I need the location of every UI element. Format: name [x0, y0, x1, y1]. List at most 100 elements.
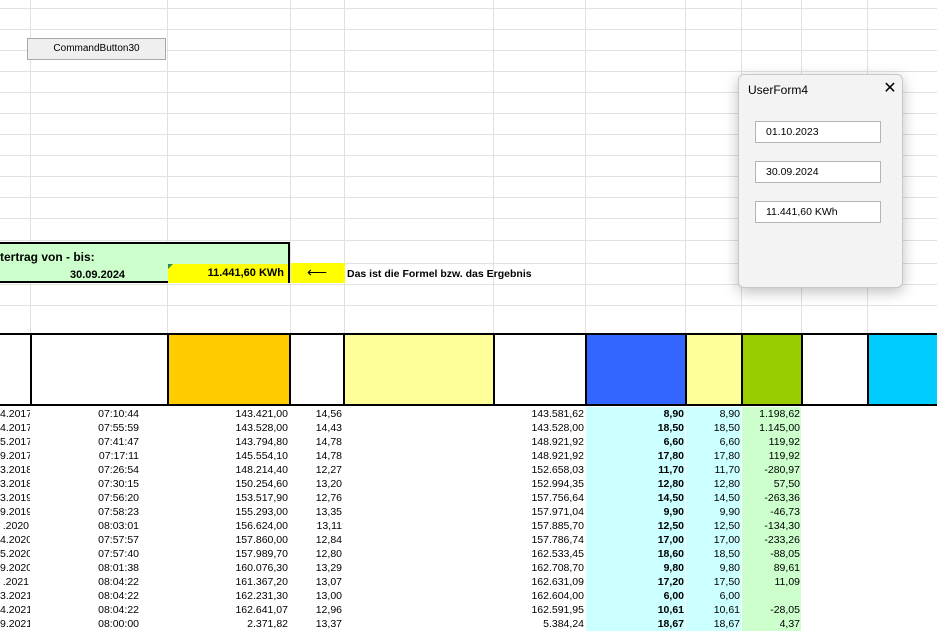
cyan-cell[interactable]: 18,67 — [686, 617, 741, 631]
time-cell[interactable]: 07:58:23 — [31, 505, 139, 519]
calc-cell[interactable]: 152.994,35 — [494, 477, 584, 491]
bold-cell[interactable]: 6,00 — [586, 589, 685, 603]
time-cell[interactable]: 07:55:59 — [31, 421, 139, 435]
time-cell[interactable]: 07:57:57 — [31, 533, 139, 547]
date-cell[interactable]: 3.2019 — [0, 491, 30, 505]
bold-cell[interactable]: 18,50 — [586, 421, 685, 435]
cyan-cell[interactable]: 8,90 — [686, 407, 741, 421]
bold-cell[interactable]: 14,50 — [586, 491, 685, 505]
meter-cell[interactable]: 160.076,30 — [168, 561, 288, 575]
header-cell[interactable] — [801, 333, 869, 406]
date-cell[interactable]: 5.2017 — [0, 435, 30, 449]
close-icon[interactable]: ✕ — [880, 79, 900, 99]
time-cell[interactable]: 08:03:01 — [31, 519, 139, 533]
diff-cell[interactable]: -233,26 — [742, 533, 801, 547]
date-cell[interactable]: 3.2018 — [0, 463, 30, 477]
cyan-cell[interactable]: 14,50 — [686, 491, 741, 505]
cyan-cell[interactable]: 10,61 — [686, 603, 741, 617]
meter-cell[interactable]: 143.421,00 — [168, 407, 288, 421]
cyan-cell[interactable]: 18,50 — [686, 421, 741, 435]
calc-cell[interactable]: 162.604,00 — [494, 589, 584, 603]
calc-cell[interactable]: 143.581,62 — [494, 407, 584, 421]
value-cell[interactable]: 13,11 — [291, 519, 343, 533]
cyan-cell[interactable]: 17,50 — [686, 575, 741, 589]
diff-cell[interactable]: -28,05 — [742, 603, 801, 617]
bold-cell[interactable]: 18,67 — [586, 617, 685, 631]
value-cell[interactable]: 14,78 — [291, 449, 342, 463]
cyan-cell[interactable]: 9,80 — [686, 561, 741, 575]
cyan-cell[interactable]: 6,60 — [686, 435, 741, 449]
calc-cell[interactable]: 162.708,70 — [494, 561, 584, 575]
diff-cell[interactable] — [742, 589, 801, 603]
date-cell[interactable]: 9.2019 — [0, 505, 30, 519]
meter-cell[interactable]: 143.794,80 — [168, 435, 288, 449]
cyan-cell[interactable]: 17,00 — [686, 533, 741, 547]
calc-cell[interactable]: 157.885,70 — [494, 519, 584, 533]
time-cell[interactable]: 08:04:22 — [31, 603, 139, 617]
date-cell[interactable]: .2020 — [0, 519, 30, 533]
calc-cell[interactable]: 5.384,24 — [494, 617, 584, 631]
calc-cell[interactable]: 162.591,95 — [494, 603, 584, 617]
date-cell[interactable]: 4.2017 — [0, 421, 30, 435]
diff-cell[interactable]: 119,92 — [742, 449, 801, 463]
diff-cell[interactable]: -263,36 — [742, 491, 801, 505]
meter-cell[interactable]: 2.371,82 — [168, 617, 288, 631]
calc-cell[interactable]: 143.528,00 — [494, 421, 584, 435]
bold-cell[interactable]: 18,60 — [586, 547, 685, 561]
bold-cell[interactable]: 11,70 — [586, 463, 685, 477]
time-cell[interactable]: 07:56:20 — [31, 491, 139, 505]
bold-cell[interactable]: 9,90 — [586, 505, 685, 519]
diff-cell[interactable]: 11,09 — [742, 575, 801, 589]
time-cell[interactable]: 07:26:54 — [31, 463, 139, 477]
value-cell[interactable]: 12,84 — [291, 533, 342, 547]
diff-cell[interactable]: 1.145,00 — [742, 421, 801, 435]
calc-cell[interactable]: 157.756,64 — [494, 491, 584, 505]
value-cell[interactable]: 12,27 — [291, 463, 342, 477]
bold-cell[interactable]: 17,80 — [586, 449, 685, 463]
header-cell-blue[interactable] — [585, 333, 687, 406]
diff-cell[interactable]: 119,92 — [742, 435, 801, 449]
date-cell[interactable]: 4.2021 — [0, 603, 30, 617]
meter-cell[interactable]: 155.293,00 — [168, 505, 288, 519]
result-field[interactable]: 11.441,60 KWh — [755, 201, 881, 223]
meter-cell[interactable]: 157.989,70 — [168, 547, 288, 561]
cyan-cell[interactable]: 18,50 — [686, 547, 741, 561]
value-cell[interactable]: 14,56 — [291, 407, 342, 421]
meter-cell[interactable]: 156.624,00 — [168, 519, 288, 533]
diff-cell[interactable]: -134,30 — [742, 519, 801, 533]
value-cell[interactable]: 14,78 — [291, 435, 342, 449]
value-cell[interactable]: 13,35 — [291, 505, 342, 519]
value-cell[interactable]: 13,20 — [291, 477, 342, 491]
meter-cell[interactable]: 148.214,40 — [168, 463, 288, 477]
meter-cell[interactable]: 143.528,00 — [168, 421, 288, 435]
value-cell[interactable]: 13,00 — [291, 589, 342, 603]
cyan-cell[interactable]: 17,80 — [686, 449, 741, 463]
diff-cell[interactable]: -88,05 — [742, 547, 801, 561]
date-cell[interactable]: 5.2020 — [0, 547, 30, 561]
date-cell[interactable]: 4.2017 — [0, 407, 30, 421]
value-cell[interactable]: 13,07 — [291, 575, 342, 589]
summary-result-cell[interactable]: 11.441,60 KWh — [168, 264, 288, 283]
time-cell[interactable]: 07:10:44 — [31, 407, 139, 421]
value-cell[interactable]: 13,37 — [291, 617, 342, 631]
header-cell-light-yellow[interactable] — [685, 333, 743, 406]
calc-cell[interactable]: 148.921,92 — [494, 449, 584, 463]
diff-cell[interactable]: -46,73 — [742, 505, 801, 519]
value-cell[interactable]: 12,76 — [291, 491, 342, 505]
date-cell[interactable]: 9.2017 — [0, 449, 30, 463]
calc-cell[interactable]: 152.658,03 — [494, 463, 584, 477]
calc-cell[interactable]: 157.786,74 — [494, 533, 584, 547]
meter-cell[interactable]: 153.517,90 — [168, 491, 288, 505]
meter-cell[interactable]: 145.554,10 — [168, 449, 288, 463]
value-cell[interactable]: 13,29 — [291, 561, 342, 575]
calc-cell[interactable]: 162.533,45 — [494, 547, 584, 561]
bold-cell[interactable]: 17,00 — [586, 533, 685, 547]
date-to-field[interactable]: 30.09.2024 — [755, 161, 881, 183]
command-button-30[interactable]: CommandButton30 — [27, 38, 166, 60]
diff-cell[interactable]: -280,97 — [742, 463, 801, 477]
calc-cell[interactable]: 162.631,09 — [494, 575, 584, 589]
cyan-cell[interactable]: 12,80 — [686, 477, 741, 491]
header-cell-orange[interactable] — [167, 333, 291, 406]
meter-cell[interactable]: 162.641,07 — [168, 603, 288, 617]
meter-cell[interactable]: 150.254,60 — [168, 477, 288, 491]
